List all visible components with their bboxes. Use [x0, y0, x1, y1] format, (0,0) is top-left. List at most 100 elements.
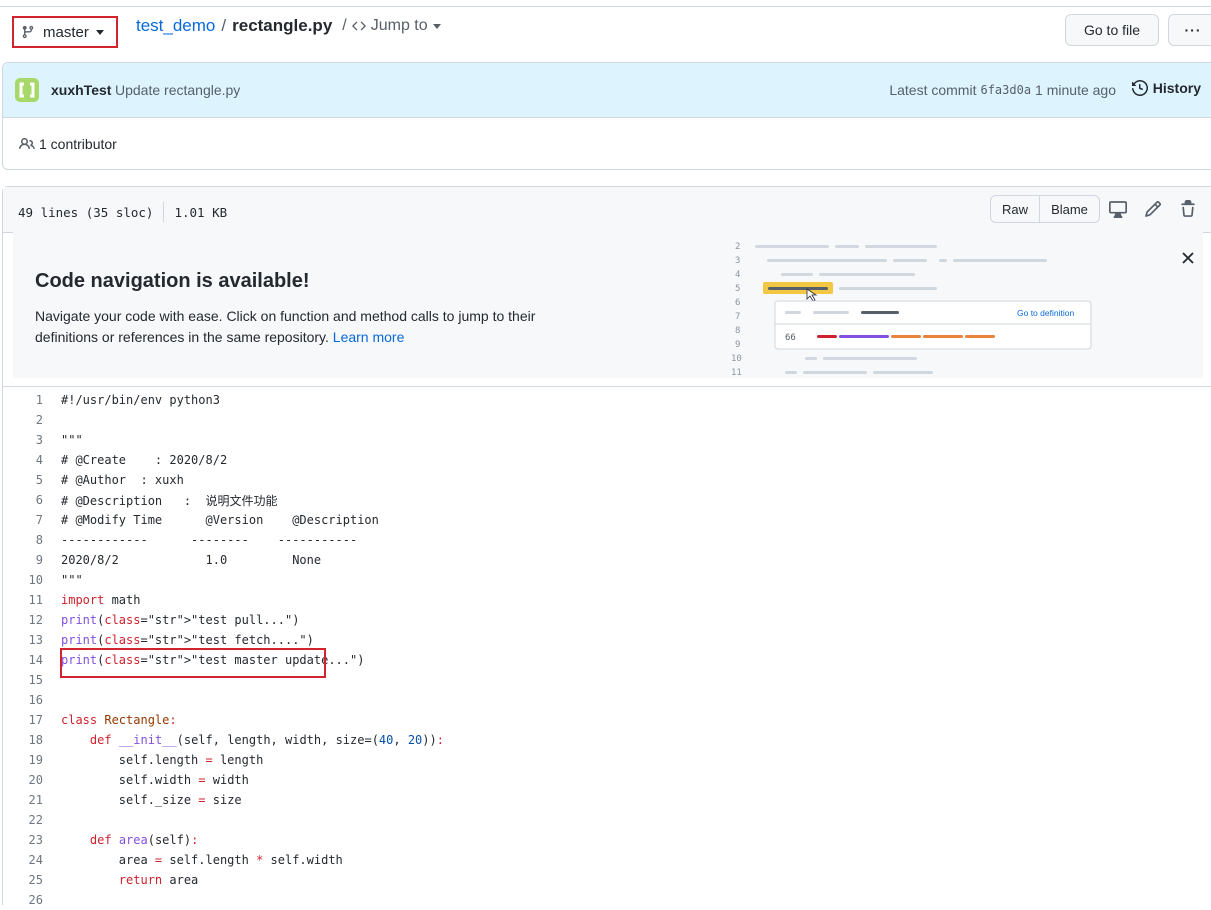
promo-text: Navigate your code with ease. Click on f…	[35, 306, 575, 348]
history-icon	[1131, 80, 1153, 96]
raw-button[interactable]: Raw	[990, 195, 1040, 223]
promo-title: Code navigation is available!	[35, 270, 310, 292]
code-line: 23 def area(self):	[3, 830, 199, 850]
pencil-icon[interactable]	[1144, 200, 1162, 218]
repo-link[interactable]: test_demo	[136, 16, 215, 36]
line-number[interactable]: 11	[3, 593, 61, 607]
avatar[interactable]	[15, 78, 39, 102]
jump-to-label: Jump to	[370, 17, 428, 34]
line-content: """	[61, 433, 83, 447]
line-number[interactable]: 2	[3, 413, 61, 427]
contributors-link[interactable]: 1 contributor	[19, 136, 117, 152]
svg-text:2: 2	[735, 242, 740, 252]
blame-button[interactable]: Blame	[1040, 195, 1100, 223]
view-button-group: Raw Blame	[990, 195, 1100, 223]
line-content: ------------ -------- -----------	[61, 533, 358, 547]
code-line: 15	[3, 670, 61, 690]
line-number[interactable]: 9	[3, 553, 61, 567]
commit-header: xuxhTest Update rectangle.py Latest comm…	[3, 63, 1211, 118]
line-number[interactable]: 13	[3, 633, 61, 647]
contributors-label: 1 contributor	[39, 136, 117, 152]
file-lines-info: 49 lines (35 sloc)	[18, 204, 154, 220]
code-line: 18 def __init__(self, length, width, siz…	[3, 730, 444, 750]
jump-to-button[interactable]: / Jump to	[342, 17, 441, 35]
code-line: 25 return area	[3, 870, 199, 890]
code-navigation-promo: Code navigation is available! Navigate y…	[13, 232, 1203, 378]
code-line: 11 import math	[3, 590, 141, 610]
code-line: 26	[3, 890, 61, 910]
go-to-file-button[interactable]: Go to file	[1065, 14, 1159, 46]
line-number[interactable]: 24	[3, 853, 61, 867]
trash-icon[interactable]	[1179, 200, 1197, 218]
line-content: # @Description : 说明文件功能	[61, 493, 278, 508]
svg-text:8: 8	[735, 326, 740, 336]
code-line: 16	[3, 690, 61, 710]
line-content: import math	[61, 593, 141, 607]
divider	[3, 386, 1211, 387]
line-content: # @Author : xuxh	[61, 473, 184, 487]
code-line: 6 # @Description : 说明文件功能	[3, 490, 278, 510]
commit-author[interactable]: xuxhTest	[51, 82, 111, 98]
line-number[interactable]: 12	[3, 613, 61, 627]
chevron-down-icon	[432, 23, 441, 29]
line-number[interactable]: 7	[3, 513, 61, 527]
code-line: 12 print(class="str">"test pull...")	[3, 610, 300, 630]
commit-time: 1 minute ago	[1035, 82, 1116, 98]
line-number[interactable]: 18	[3, 733, 61, 747]
learn-more-link[interactable]: Learn more	[333, 329, 405, 345]
git-branch-icon	[21, 25, 35, 39]
line-number[interactable]: 8	[3, 533, 61, 547]
line-number[interactable]: 14	[3, 653, 61, 667]
line-number[interactable]: 6	[3, 493, 61, 507]
line-content: print(class="str">"test fetch....")	[61, 633, 314, 647]
top-divider	[0, 6, 1211, 7]
history-label: History	[1152, 80, 1201, 96]
code-line: 20 self.width = width	[3, 770, 249, 790]
line-number[interactable]: 15	[3, 673, 61, 687]
line-content: return area	[118, 873, 199, 887]
code-line: 21 self._size = size	[3, 790, 242, 810]
close-icon[interactable]	[1181, 251, 1195, 265]
latest-commit-label: Latest commit	[889, 82, 977, 98]
code-line: 8 ------------ -------- -----------	[3, 530, 357, 550]
line-number[interactable]: 3	[3, 433, 61, 447]
line-number[interactable]: 25	[3, 873, 61, 887]
line-number[interactable]: 23	[3, 833, 61, 847]
line-number[interactable]: 4	[3, 453, 61, 467]
branch-selector-button[interactable]: master	[12, 16, 118, 48]
line-content: self.length = length	[61, 753, 264, 767]
annotation-highlight-box	[60, 648, 326, 678]
line-number[interactable]: 17	[3, 713, 61, 727]
commit-sha[interactable]: 6fa3d0a	[980, 83, 1031, 97]
code-line: 4 # @Create : 2020/8/2	[3, 450, 227, 470]
line-content: self._size = size	[61, 793, 242, 807]
svg-text:11: 11	[731, 368, 742, 377]
file-info: 49 lines (35 sloc) 1.01 KB	[18, 202, 227, 222]
breadcrumb: test_demo / rectangle.py / Jump to	[136, 16, 441, 36]
line-number[interactable]: 22	[3, 813, 61, 827]
svg-text:9: 9	[735, 340, 740, 350]
line-number[interactable]: 21	[3, 793, 61, 807]
promo-description: Navigate your code with ease. Click on f…	[35, 308, 536, 345]
latest-commit-info: Latest commit 6fa3d0a 1 minute ago	[889, 82, 1116, 98]
branch-name: master	[43, 23, 89, 41]
line-content: 2020/8/2 1.0 None	[61, 553, 322, 567]
line-number[interactable]: 5	[3, 473, 61, 487]
line-number[interactable]: 19	[3, 753, 61, 767]
file-name: rectangle.py	[232, 16, 333, 35]
line-number[interactable]: 1	[3, 393, 61, 407]
code-line: 9 2020/8/2 1.0 None	[3, 550, 321, 570]
line-number[interactable]: 20	[3, 773, 61, 787]
svg-text:7: 7	[735, 312, 740, 322]
line-number[interactable]: 16	[3, 693, 61, 707]
history-link[interactable]: History	[1131, 80, 1201, 96]
code-line: 19 self.length = length	[3, 750, 264, 770]
line-number[interactable]: 10	[3, 573, 61, 587]
line-content: """	[61, 573, 83, 587]
code-line: 17 class Rectangle:	[3, 710, 177, 730]
desktop-icon[interactable]	[1109, 200, 1127, 218]
file-header: 49 lines (35 sloc) 1.01 KB Raw Blame	[3, 187, 1211, 233]
jump-separator: /	[342, 17, 347, 34]
more-options-button[interactable]: ···	[1168, 14, 1211, 46]
commit-message[interactable]: Update rectangle.py	[115, 82, 240, 98]
